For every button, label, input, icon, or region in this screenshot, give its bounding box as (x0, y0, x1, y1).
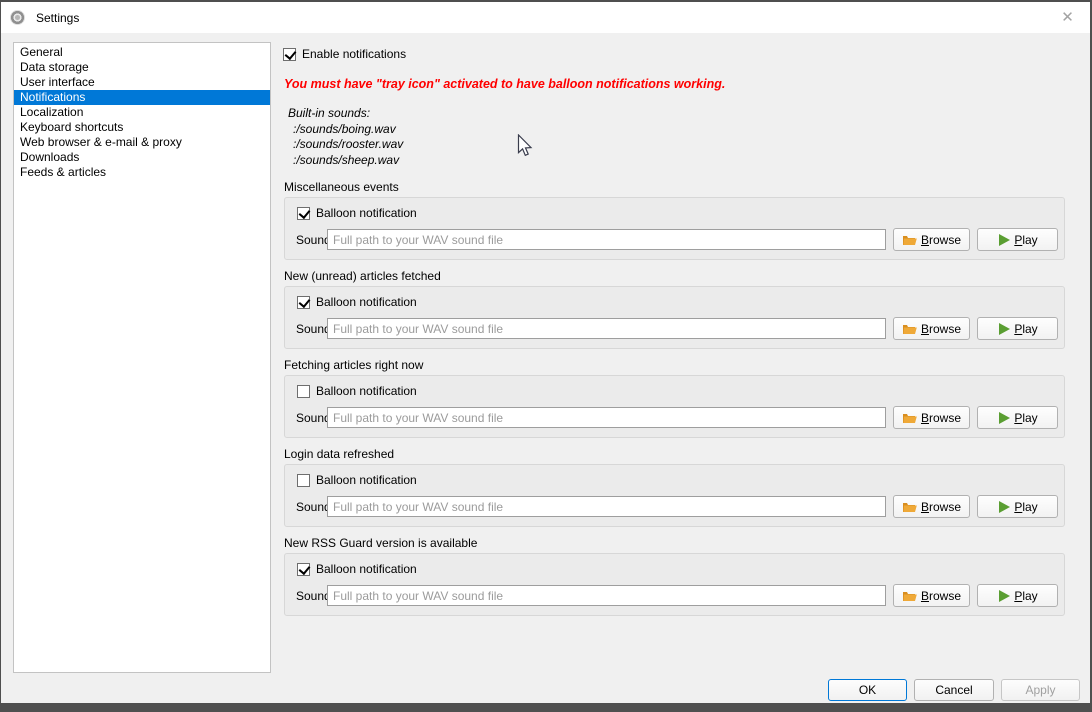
cancel-button[interactable]: Cancel (914, 679, 994, 701)
balloon-row: Balloon notification (297, 473, 417, 487)
section-miscellaneous-events: Miscellaneous events Balloon notificatio… (284, 180, 1065, 194)
balloon-notification-label: Balloon notification (316, 295, 417, 309)
sidebar-item-feeds-articles[interactable]: Feeds & articles (14, 165, 270, 180)
balloon-notification-label: Balloon notification (316, 473, 417, 487)
balloon-row: Balloon notification (297, 295, 417, 309)
section-title: New RSS Guard version is available (284, 536, 1065, 550)
built-in-sounds-block: Built-in sounds: :/sounds/boing.wav :/so… (288, 106, 403, 168)
sound-path: :/sounds/rooster.wav (288, 137, 403, 153)
play-button[interactable]: Play (977, 228, 1058, 251)
sidebar-item-keyboard-shortcuts[interactable]: Keyboard shortcuts (14, 120, 270, 135)
balloon-row: Balloon notification (297, 384, 417, 398)
balloon-notification-checkbox[interactable] (297, 385, 310, 398)
sound-path-input[interactable] (327, 496, 886, 517)
sound-path-input[interactable] (327, 229, 886, 250)
sound-path-input[interactable] (327, 407, 886, 428)
balloon-notification-checkbox[interactable] (297, 474, 310, 487)
play-button[interactable]: Play (977, 317, 1058, 340)
settings-dialog: Settings ✕ General Data storage User int… (1, 2, 1090, 703)
apply-button: Apply (1001, 679, 1080, 701)
section-new-version-available: New RSS Guard version is available Ballo… (284, 536, 1065, 550)
section-fetching-articles: Fetching articles right now Balloon noti… (284, 358, 1065, 372)
play-icon (997, 322, 1011, 336)
folder-icon (902, 233, 918, 246)
play-button-label: Play (1014, 322, 1037, 336)
sidebar-item-localization[interactable]: Localization (14, 105, 270, 120)
folder-icon (902, 411, 918, 424)
section-title: Login data refreshed (284, 447, 1065, 461)
browse-button[interactable]: Browse (893, 406, 970, 429)
close-icon[interactable]: ✕ (1045, 2, 1090, 32)
section-panel: Balloon notification Sound Browse Play (284, 375, 1065, 438)
window-title: Settings (36, 11, 79, 25)
mouse-cursor (517, 134, 533, 158)
browse-button-label: Browse (921, 589, 961, 603)
browse-button-label: Browse (921, 322, 961, 336)
sidebar-item-notifications[interactable]: Notifications (14, 90, 270, 105)
sound-path-input[interactable] (327, 318, 886, 339)
enable-notifications-row: Enable notifications (283, 47, 406, 61)
section-login-data-refreshed: Login data refreshed Balloon notificatio… (284, 447, 1065, 461)
sound-path-input[interactable] (327, 585, 886, 606)
play-button-label: Play (1014, 500, 1037, 514)
folder-icon (902, 500, 918, 513)
balloon-notification-label: Balloon notification (316, 562, 417, 576)
sound-label: Sound (296, 322, 331, 336)
sound-label: Sound (296, 233, 331, 247)
balloon-notification-checkbox[interactable] (297, 296, 310, 309)
browse-button[interactable]: Browse (893, 495, 970, 518)
sidebar-item-data-storage[interactable]: Data storage (14, 60, 270, 75)
sidebar-item-user-interface[interactable]: User interface (14, 75, 270, 90)
play-icon (997, 233, 1011, 247)
play-icon (997, 500, 1011, 514)
section-title: Miscellaneous events (284, 180, 1065, 194)
sidebar-item-web-browser[interactable]: Web browser & e-mail & proxy (14, 135, 270, 150)
section-panel: Balloon notification Sound Browse Play (284, 197, 1065, 260)
sound-label: Sound (296, 500, 331, 514)
section-panel: Balloon notification Sound Browse Play (284, 553, 1065, 616)
enable-notifications-label: Enable notifications (302, 47, 406, 61)
browse-button-label: Browse (921, 233, 961, 247)
sound-label: Sound (296, 411, 331, 425)
balloon-notification-label: Balloon notification (316, 384, 417, 398)
settings-category-list: General Data storage User interface Noti… (13, 42, 271, 673)
play-button[interactable]: Play (977, 584, 1058, 607)
browse-button[interactable]: Browse (893, 584, 970, 607)
sidebar-item-general[interactable]: General (14, 45, 270, 60)
settings-gear-icon (10, 10, 25, 25)
play-icon (997, 589, 1011, 603)
enable-notifications-checkbox[interactable] (283, 48, 296, 61)
play-button-label: Play (1014, 233, 1037, 247)
sound-path: :/sounds/sheep.wav (288, 153, 403, 169)
sound-label: Sound (296, 589, 331, 603)
play-button[interactable]: Play (977, 495, 1058, 518)
browse-button-label: Browse (921, 411, 961, 425)
section-title: Fetching articles right now (284, 358, 1065, 372)
section-panel: Balloon notification Sound Browse Play (284, 286, 1065, 349)
folder-icon (902, 589, 918, 602)
built-in-sounds-header: Built-in sounds: (288, 106, 403, 122)
browse-button-label: Browse (921, 500, 961, 514)
title-bar: Settings ✕ (1, 2, 1090, 33)
balloon-notification-checkbox[interactable] (297, 207, 310, 220)
folder-icon (902, 322, 918, 335)
tray-icon-warning: You must have "tray icon" activated to h… (284, 77, 725, 91)
balloon-row: Balloon notification (297, 206, 417, 220)
sound-path: :/sounds/boing.wav (288, 122, 403, 138)
sidebar-item-downloads[interactable]: Downloads (14, 150, 270, 165)
balloon-notification-checkbox[interactable] (297, 563, 310, 576)
play-button[interactable]: Play (977, 406, 1058, 429)
section-title: New (unread) articles fetched (284, 269, 1065, 283)
play-icon (997, 411, 1011, 425)
play-button-label: Play (1014, 411, 1037, 425)
browse-button[interactable]: Browse (893, 228, 970, 251)
ok-button[interactable]: OK (828, 679, 907, 701)
section-panel: Balloon notification Sound Browse Play (284, 464, 1065, 527)
play-button-label: Play (1014, 589, 1037, 603)
balloon-notification-label: Balloon notification (316, 206, 417, 220)
section-new-articles-fetched: New (unread) articles fetched Balloon no… (284, 269, 1065, 283)
browse-button[interactable]: Browse (893, 317, 970, 340)
balloon-row: Balloon notification (297, 562, 417, 576)
